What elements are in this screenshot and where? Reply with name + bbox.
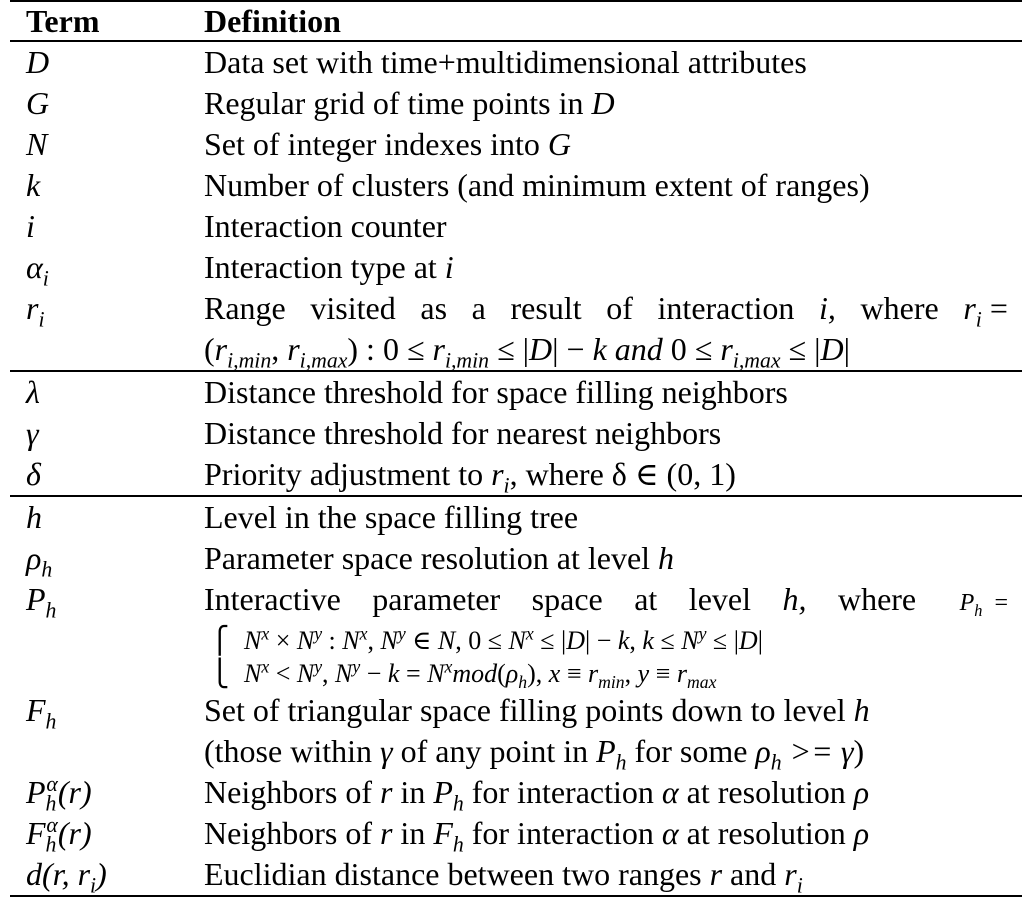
table-row: ρh Parameter space resolution at level h	[10, 538, 1022, 582]
notation-table: Term Definition D Data set with time+mul…	[10, 0, 1022, 897]
case-line: ⎧ Nx × Ny : Nx, Ny ∈ N, 0 ≤ Nx ≤ |D| − k…	[204, 624, 1008, 657]
table-row: Fh Set of triangular space filling point…	[10, 690, 1022, 775]
term-subscript: h	[45, 709, 57, 734]
table-row: i Interaction counter	[10, 206, 1022, 247]
table-row: δ Priority adjustment to ri, where δ ∈ (…	[10, 454, 1022, 498]
definition-text: Euclidian distance between two ranges	[204, 856, 710, 892]
term-symbol: ρ	[26, 540, 42, 576]
definition-text: Interaction type at	[204, 249, 445, 285]
term-cell: Fh	[10, 690, 204, 734]
table-row: Fhα(r) Neighbors of r in Fh for interact…	[10, 813, 1022, 857]
section-space-filling: h Level in the space filling tree ρh Par…	[10, 495, 1022, 898]
definition-text: Regular grid of time points in	[204, 85, 592, 121]
header-definition: Definition	[204, 2, 341, 39]
section-thresholds: λ Distance threshold for space filling n…	[10, 370, 1022, 498]
term-cell: δ	[26, 456, 41, 492]
table-row: D Data set with time+multidimensional at…	[10, 42, 1022, 83]
term-cell: Phα(r)	[26, 772, 92, 816]
definition-line: (ri,min, ri,max) : 0 ≤ ri,min ≤ |D| − k …	[204, 331, 851, 373]
table-row: αi Interaction type at i	[10, 247, 1022, 291]
definition-cell: Interaction counter	[204, 208, 447, 244]
term-cell: λ	[26, 374, 40, 410]
definition-symbol: G	[547, 126, 572, 162]
table-row: γ Distance threshold for nearest neighbo…	[10, 413, 1022, 454]
term-symbol: P	[26, 581, 46, 617]
definition-text: and	[722, 856, 785, 892]
brace-bottom: ⎩	[210, 659, 230, 688]
definition-cell: Euclidian distance between two ranges r …	[204, 856, 803, 898]
definition-text: Set of integer indexes into	[204, 126, 548, 162]
term-cell: d(r, ri)	[26, 856, 107, 898]
table-row: Phα(r) Neighbors of r in Ph for interact…	[10, 772, 1022, 816]
brace-top: ⎧	[210, 626, 230, 655]
definition-cell: Priority adjustment to ri, where δ ∈ (0,…	[204, 456, 736, 498]
term-cell: i	[26, 208, 35, 244]
term-subscript: i	[42, 266, 49, 291]
definition-cell: Range visited as a result of interaction i, wher…	[204, 288, 1022, 373]
term-cell: γ	[26, 415, 39, 451]
definition-cell: Set of integer indexes into G	[204, 124, 1022, 165]
term-subscript: i	[38, 307, 45, 332]
term-symbol: α	[26, 249, 43, 285]
definition-cell: Interactive parameter space at level h, where …	[204, 579, 1022, 692]
term-cell: Fhα(r)	[26, 813, 92, 857]
definition-text: Priority adjustment to	[204, 456, 492, 492]
case-line: ⎩ Nx < Ny, Ny − k = Nxmod(ρh), x ≡ rmin,…	[204, 657, 1008, 692]
term-cell: D	[26, 44, 50, 80]
table-header: Term Definition	[10, 2, 1022, 42]
table-row: G Regular grid of time points in D	[10, 83, 1022, 124]
term-symbol: F	[26, 815, 46, 851]
table-row: λ Distance threshold for space filling n…	[10, 372, 1022, 413]
definition-cell: Neighbors of r in Ph for interaction α a…	[204, 774, 870, 816]
definition-line: (those within γ of any point in Ph for s…	[204, 733, 865, 775]
term-cell: ρh	[10, 538, 204, 582]
table-row: h Level in the space filling tree	[10, 497, 1022, 538]
term-symbol: F	[26, 692, 46, 728]
table-row: ri Range visited as a result of interaction i, w…	[10, 288, 1022, 373]
definition-cell: Level in the space filling tree	[204, 499, 579, 535]
table-row: N Set of integer indexes into G	[10, 124, 1022, 165]
term-cell: ri	[10, 288, 204, 332]
definition-text: , where δ ∈ (0, 1)	[509, 456, 736, 492]
definition-line: Set of triangular space filling points d…	[204, 692, 870, 728]
definition-cell: Set of triangular space filling points d…	[204, 690, 1022, 775]
definition-text: Parameter space resolution at level	[204, 540, 659, 576]
definition-symbol: i	[444, 249, 454, 285]
term-subscript: h	[45, 598, 57, 623]
definition-cell: Regular grid of time points in D	[204, 83, 1022, 124]
term-symbol: P	[26, 774, 46, 810]
header-term: Term	[26, 2, 100, 39]
term-cell: h	[26, 499, 42, 535]
definition-cell: Data set with time+multidimensional attr…	[204, 44, 807, 80]
term-cell: αi	[10, 247, 204, 291]
term-cell: N	[26, 126, 48, 162]
term-symbol: r	[26, 290, 39, 326]
definition-symbol: D	[591, 85, 615, 121]
table-row: d(r, ri) Euclidian distance between two …	[10, 854, 1022, 898]
definition-symbol: h	[658, 540, 675, 576]
section-basic: D Data set with time+multidimensional at…	[10, 42, 1022, 373]
definition-line: Interactive parameter space at level h, where …	[204, 581, 1008, 620]
definition-cell: Number of clusters (and minimum extent o…	[204, 167, 870, 203]
definition-cell: Interaction type at i	[204, 247, 1022, 288]
table-row: Ph Interactive parameter space at level h, whe…	[10, 579, 1022, 692]
definition-cell: Distance threshold for nearest neighbors	[204, 415, 722, 451]
term-cell: Ph	[10, 579, 204, 623]
definition-cell: Neighbors of r in Fh for interaction α a…	[204, 815, 870, 857]
definition-symbol: r	[709, 856, 723, 892]
definition-cell: Distance threshold for space filling nei…	[204, 374, 788, 410]
term-cell: k	[26, 167, 41, 203]
term-subscript: h	[41, 557, 53, 582]
definition-cell: Parameter space resolution at level h	[204, 538, 1022, 579]
table-row: k Number of clusters (and minimum extent…	[10, 165, 1022, 206]
term-cell: G	[26, 85, 50, 121]
definition-line: Range visited as a result of interaction i, wher…	[204, 290, 1008, 332]
